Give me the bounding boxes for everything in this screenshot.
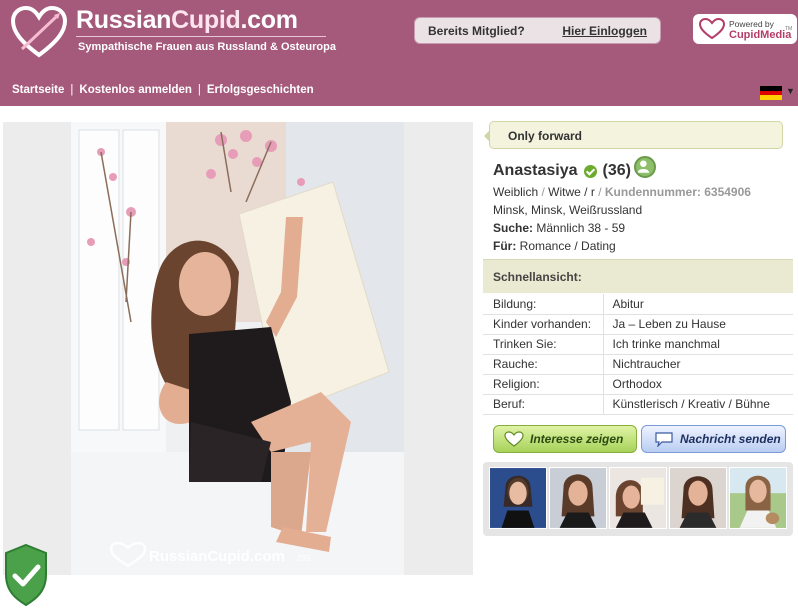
profile-for: Für: Romance / Dating — [493, 239, 616, 253]
show-interest-label: Interesse zeigen — [530, 432, 624, 446]
for-value: Romance / Dating — [519, 239, 616, 253]
table-row: Religion: Orthodox — [483, 374, 793, 395]
powered-by-label: Powered by — [729, 19, 774, 29]
profile-age: (36) — [602, 162, 631, 179]
quickview-value: Künstlerisch / Kreativ / Bühne — [603, 394, 793, 415]
quickview-header: Schnellansicht: — [483, 259, 793, 293]
germany-flag-icon[interactable] — [760, 86, 782, 100]
profile-headline-note: Only forward — [484, 121, 783, 149]
logo-main: Russian — [76, 6, 172, 34]
profile-headline: Only forward — [508, 129, 583, 143]
logo-cupid: Cupid — [171, 6, 241, 34]
quickview-label: Beruf: — [483, 394, 604, 415]
security-shield-icon[interactable] — [2, 543, 50, 607]
profile-name-row: Anastasiya (36) — [493, 162, 631, 180]
quickview-title: Schnellansicht: — [493, 270, 582, 284]
cupidmedia-heart-icon — [699, 18, 725, 40]
send-message-button[interactable]: Nachricht senden — [641, 425, 786, 453]
watermark-heart-icon — [109, 542, 147, 568]
quickview-label: Kinder vorhanden: — [483, 314, 604, 335]
quickview-value: Ja – Leben zu Hause — [603, 314, 793, 335]
nav-startseite[interactable]: Startseite — [12, 84, 64, 96]
login-box: Bereits Mitglied? Hier Einloggen — [414, 17, 661, 44]
logo-divider — [76, 36, 326, 37]
photo-thumbnail[interactable] — [609, 467, 667, 529]
powered-by-badge[interactable]: Powered by CupidMedia TM — [693, 14, 797, 44]
profile-name: Anastasiya — [493, 162, 578, 179]
site-header: RussianCupid.com Sympathische Frauen aus… — [0, 0, 798, 106]
profile-gender: Weiblich — [493, 185, 539, 199]
table-row: Trinken Sie: Ich trinke manchmal — [483, 334, 793, 355]
profile-basic-line: Weiblich / Witwe / r / Kundennummer: 635… — [493, 185, 751, 199]
quickview-table: Bildung: Abitur Kinder vorhanden: Ja – L… — [483, 294, 793, 415]
show-interest-button[interactable]: Interesse zeigen — [493, 425, 637, 453]
quickview-value: Orthodox — [603, 374, 793, 395]
user-avatar-icon[interactable] — [634, 156, 656, 178]
profile-photo-panel: RussianCupid.com 299 — [3, 122, 473, 575]
site-logo-text[interactable]: RussianCupid.com — [76, 6, 298, 35]
photo-thumbnail-strip — [483, 462, 793, 536]
table-row: Rauche: Nichtraucher — [483, 354, 793, 375]
heart-icon — [504, 431, 524, 447]
main-nav: Startseite | Kostenlos anmelden | Erfolg… — [12, 84, 314, 96]
language-dropdown-icon[interactable]: ▼ — [786, 86, 795, 96]
table-row: Beruf: Künstlerisch / Kreativ / Bühne — [483, 394, 793, 415]
photo-thumbnail[interactable] — [549, 467, 607, 529]
quickview-value: Nichtraucher — [603, 354, 793, 375]
send-message-label: Nachricht senden — [680, 432, 781, 446]
quickview-label: Trinken Sie: — [483, 334, 604, 355]
heart-logo-icon[interactable] — [10, 5, 68, 59]
table-row: Kinder vorhanden: Ja – Leben zu Hause — [483, 314, 793, 335]
photo-thumbnail[interactable] — [669, 467, 727, 529]
quickview-value: Ich trinke manchmal — [603, 334, 793, 355]
nav-erfolgsgeschichten[interactable]: Erfolgsgeschichten — [207, 84, 314, 96]
quickview-value: Abitur — [603, 294, 793, 315]
seeking-label: Suche: — [493, 221, 534, 235]
profile-seeking: Suche: Männlich 38 - 59 — [493, 221, 625, 235]
trademark-mark: TM — [785, 26, 793, 32]
profile-photo[interactable] — [71, 122, 404, 575]
powered-brand: CupidMedia — [729, 29, 792, 41]
quickview-label: Bildung: — [483, 294, 604, 315]
logo-tld: .com — [240, 6, 298, 34]
for-label: Für: — [493, 239, 517, 253]
quickview-label: Religion: — [483, 374, 604, 395]
table-row: Bildung: Abitur — [483, 294, 793, 315]
photo-thumbnail[interactable] — [729, 467, 787, 529]
customer-number: 6354906 — [704, 185, 751, 199]
customer-number-label: Kundennummer: — [604, 185, 701, 199]
quickview-label: Rauche: — [483, 354, 604, 375]
profile-status: Witwe / r — [548, 185, 595, 199]
nav-separator: | — [197, 84, 201, 96]
photo-thumbnail[interactable] — [489, 467, 547, 529]
separator: / — [598, 185, 602, 199]
seeking-value: Männlich 38 - 59 — [536, 221, 626, 235]
speech-bubble-icon — [655, 432, 673, 447]
photo-watermark-number: 299 — [297, 554, 311, 563]
member-question: Bereits Mitglied? — [428, 23, 525, 38]
profile-location: Minsk, Minsk, Weißrussland — [493, 203, 643, 217]
nav-kostenlos-anmelden[interactable]: Kostenlos anmelden — [79, 84, 191, 96]
photo-watermark: RussianCupid.com — [149, 548, 285, 565]
site-tagline: Sympathische Frauen aus Russland & Osteu… — [78, 41, 336, 53]
verified-check-icon — [583, 164, 597, 178]
login-link[interactable]: Hier Einloggen — [562, 24, 647, 38]
nav-separator: | — [70, 84, 74, 96]
separator: / — [541, 185, 545, 199]
